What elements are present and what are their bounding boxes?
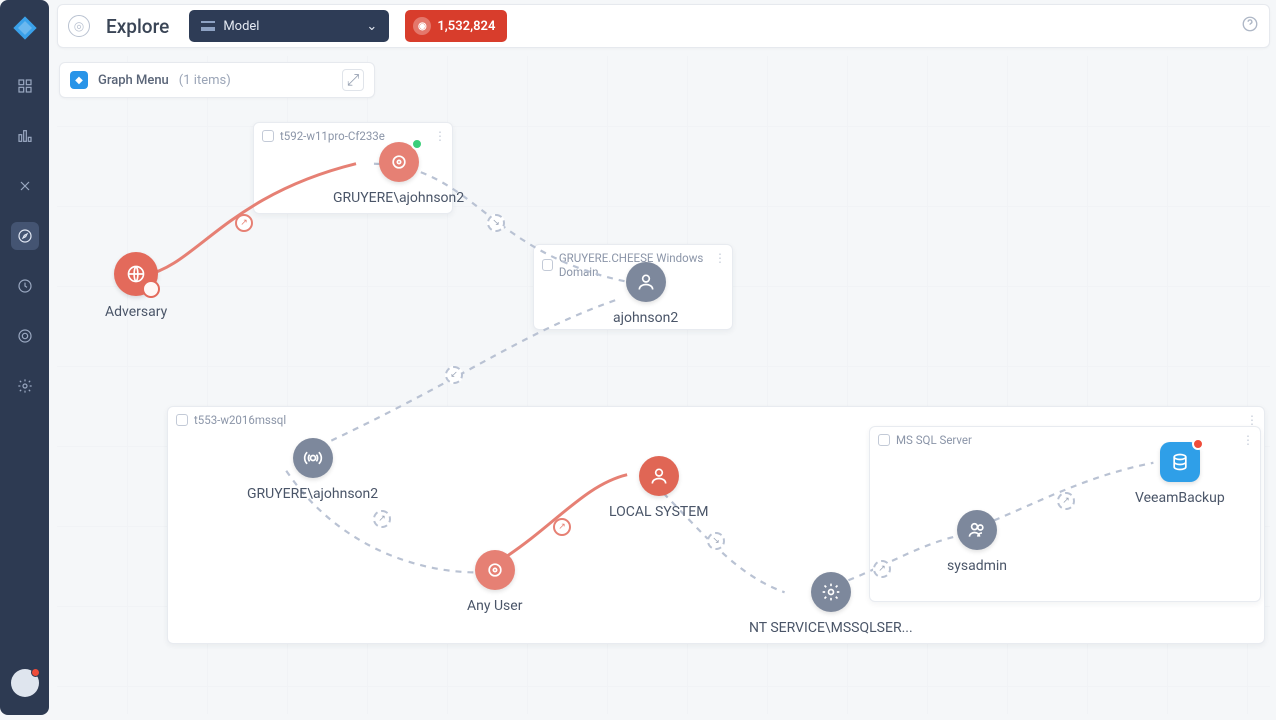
main: ◎ Explore Model ⌄ ◉ 1,532,824 ◆ Graph Me…: [49, 0, 1276, 720]
group-label: t592-w11pro-Cf233e: [280, 129, 385, 143]
nav-explore[interactable]: [11, 222, 39, 250]
node-sysadmin[interactable]: sysadmin: [947, 510, 1007, 574]
edge-marker[interactable]: ↗: [373, 510, 391, 528]
status-badge-red: [1192, 438, 1204, 450]
graph-menu-label: Graph Menu: [98, 73, 169, 88]
compass-icon: ◎: [68, 15, 90, 37]
graph-menu-count: (1 items): [179, 73, 231, 88]
node-label: LOCAL SYSTEM: [609, 504, 708, 520]
nav-dashboard[interactable]: [11, 72, 39, 100]
edge-marker[interactable]: ↘: [487, 214, 505, 232]
node-label: GRUYERE\ajohnson2: [247, 486, 378, 502]
node-ajohnson2-host2[interactable]: GRUYERE\ajohnson2: [247, 438, 378, 502]
more-icon[interactable]: ⋮: [1246, 413, 1258, 427]
expand-icon[interactable]: ⤢: [342, 69, 364, 91]
node-adversary[interactable]: Adversary: [105, 252, 167, 320]
nav-settings[interactable]: [11, 372, 39, 400]
node-ajohnson2-domain[interactable]: ajohnson2: [613, 262, 678, 326]
avatar-dot: [31, 668, 40, 677]
list-icon: [201, 21, 215, 31]
graph-menu-icon: ◆: [70, 71, 88, 89]
more-icon[interactable]: ⋮: [1242, 433, 1254, 447]
node-local-system[interactable]: LOCAL SYSTEM: [609, 456, 708, 520]
edge-marker[interactable]: ↗: [1057, 492, 1075, 510]
host-icon: [176, 414, 188, 426]
page-title: Explore: [106, 15, 169, 38]
edge-marker[interactable]: ↙: [445, 366, 463, 384]
db-icon: [878, 434, 890, 446]
app-logo: [11, 14, 39, 42]
nav-analytics[interactable]: [11, 122, 39, 150]
status-badge-green: [411, 138, 423, 150]
nav-history[interactable]: [11, 272, 39, 300]
node-veeam[interactable]: VeeamBackup: [1135, 442, 1225, 506]
graph-menu[interactable]: ◆ Graph Menu (1 items) ⤢: [59, 62, 375, 98]
model-dropdown[interactable]: Model ⌄: [189, 10, 389, 42]
group-label: t553-w2016mssql: [194, 413, 286, 427]
edge-marker[interactable]: ↘: [707, 532, 725, 550]
host-icon: [262, 130, 274, 142]
topbar: ◎ Explore Model ⌄ ◉ 1,532,824: [57, 4, 1270, 48]
node-label: GRUYERE\ajohnson2: [333, 190, 464, 206]
node-label: sysadmin: [947, 558, 1007, 574]
chevron-down-icon: ⌄: [366, 19, 377, 34]
node-any-user[interactable]: Any User: [467, 550, 522, 614]
nav-target[interactable]: [11, 322, 39, 350]
help-icon[interactable]: [1241, 15, 1259, 37]
edge-marker[interactable]: ↗: [553, 518, 571, 536]
counter-icon: ◉: [413, 17, 431, 35]
node-label: ajohnson2: [613, 310, 678, 326]
node-label: Any User: [467, 598, 522, 614]
node-label: VeeamBackup: [1135, 490, 1225, 506]
edge-marker[interactable]: ↗: [235, 214, 253, 232]
entity-counter[interactable]: ◉ 1,532,824: [405, 10, 507, 42]
more-icon[interactable]: ⋮: [434, 129, 446, 143]
nav-tools[interactable]: [11, 172, 39, 200]
more-icon[interactable]: ⋮: [714, 251, 726, 265]
user-avatar[interactable]: [11, 669, 39, 697]
node-label: NT SERVICE\MSSQLSER...: [749, 620, 913, 636]
counter-value: 1,532,824: [437, 19, 495, 34]
sidebar: [0, 0, 49, 715]
model-dropdown-label: Model: [223, 19, 259, 34]
node-nt-service[interactable]: NT SERVICE\MSSQLSER...: [749, 572, 913, 636]
node-label: Adversary: [105, 304, 167, 320]
group-label: MS SQL Server: [896, 433, 972, 447]
domain-icon: [542, 259, 553, 271]
node-ajohnson2-host[interactable]: GRUYERE\ajohnson2: [333, 142, 464, 206]
graph-canvas[interactable]: ◆ Graph Menu (1 items) ⤢ ↗ ↘ ↙: [57, 56, 1270, 714]
